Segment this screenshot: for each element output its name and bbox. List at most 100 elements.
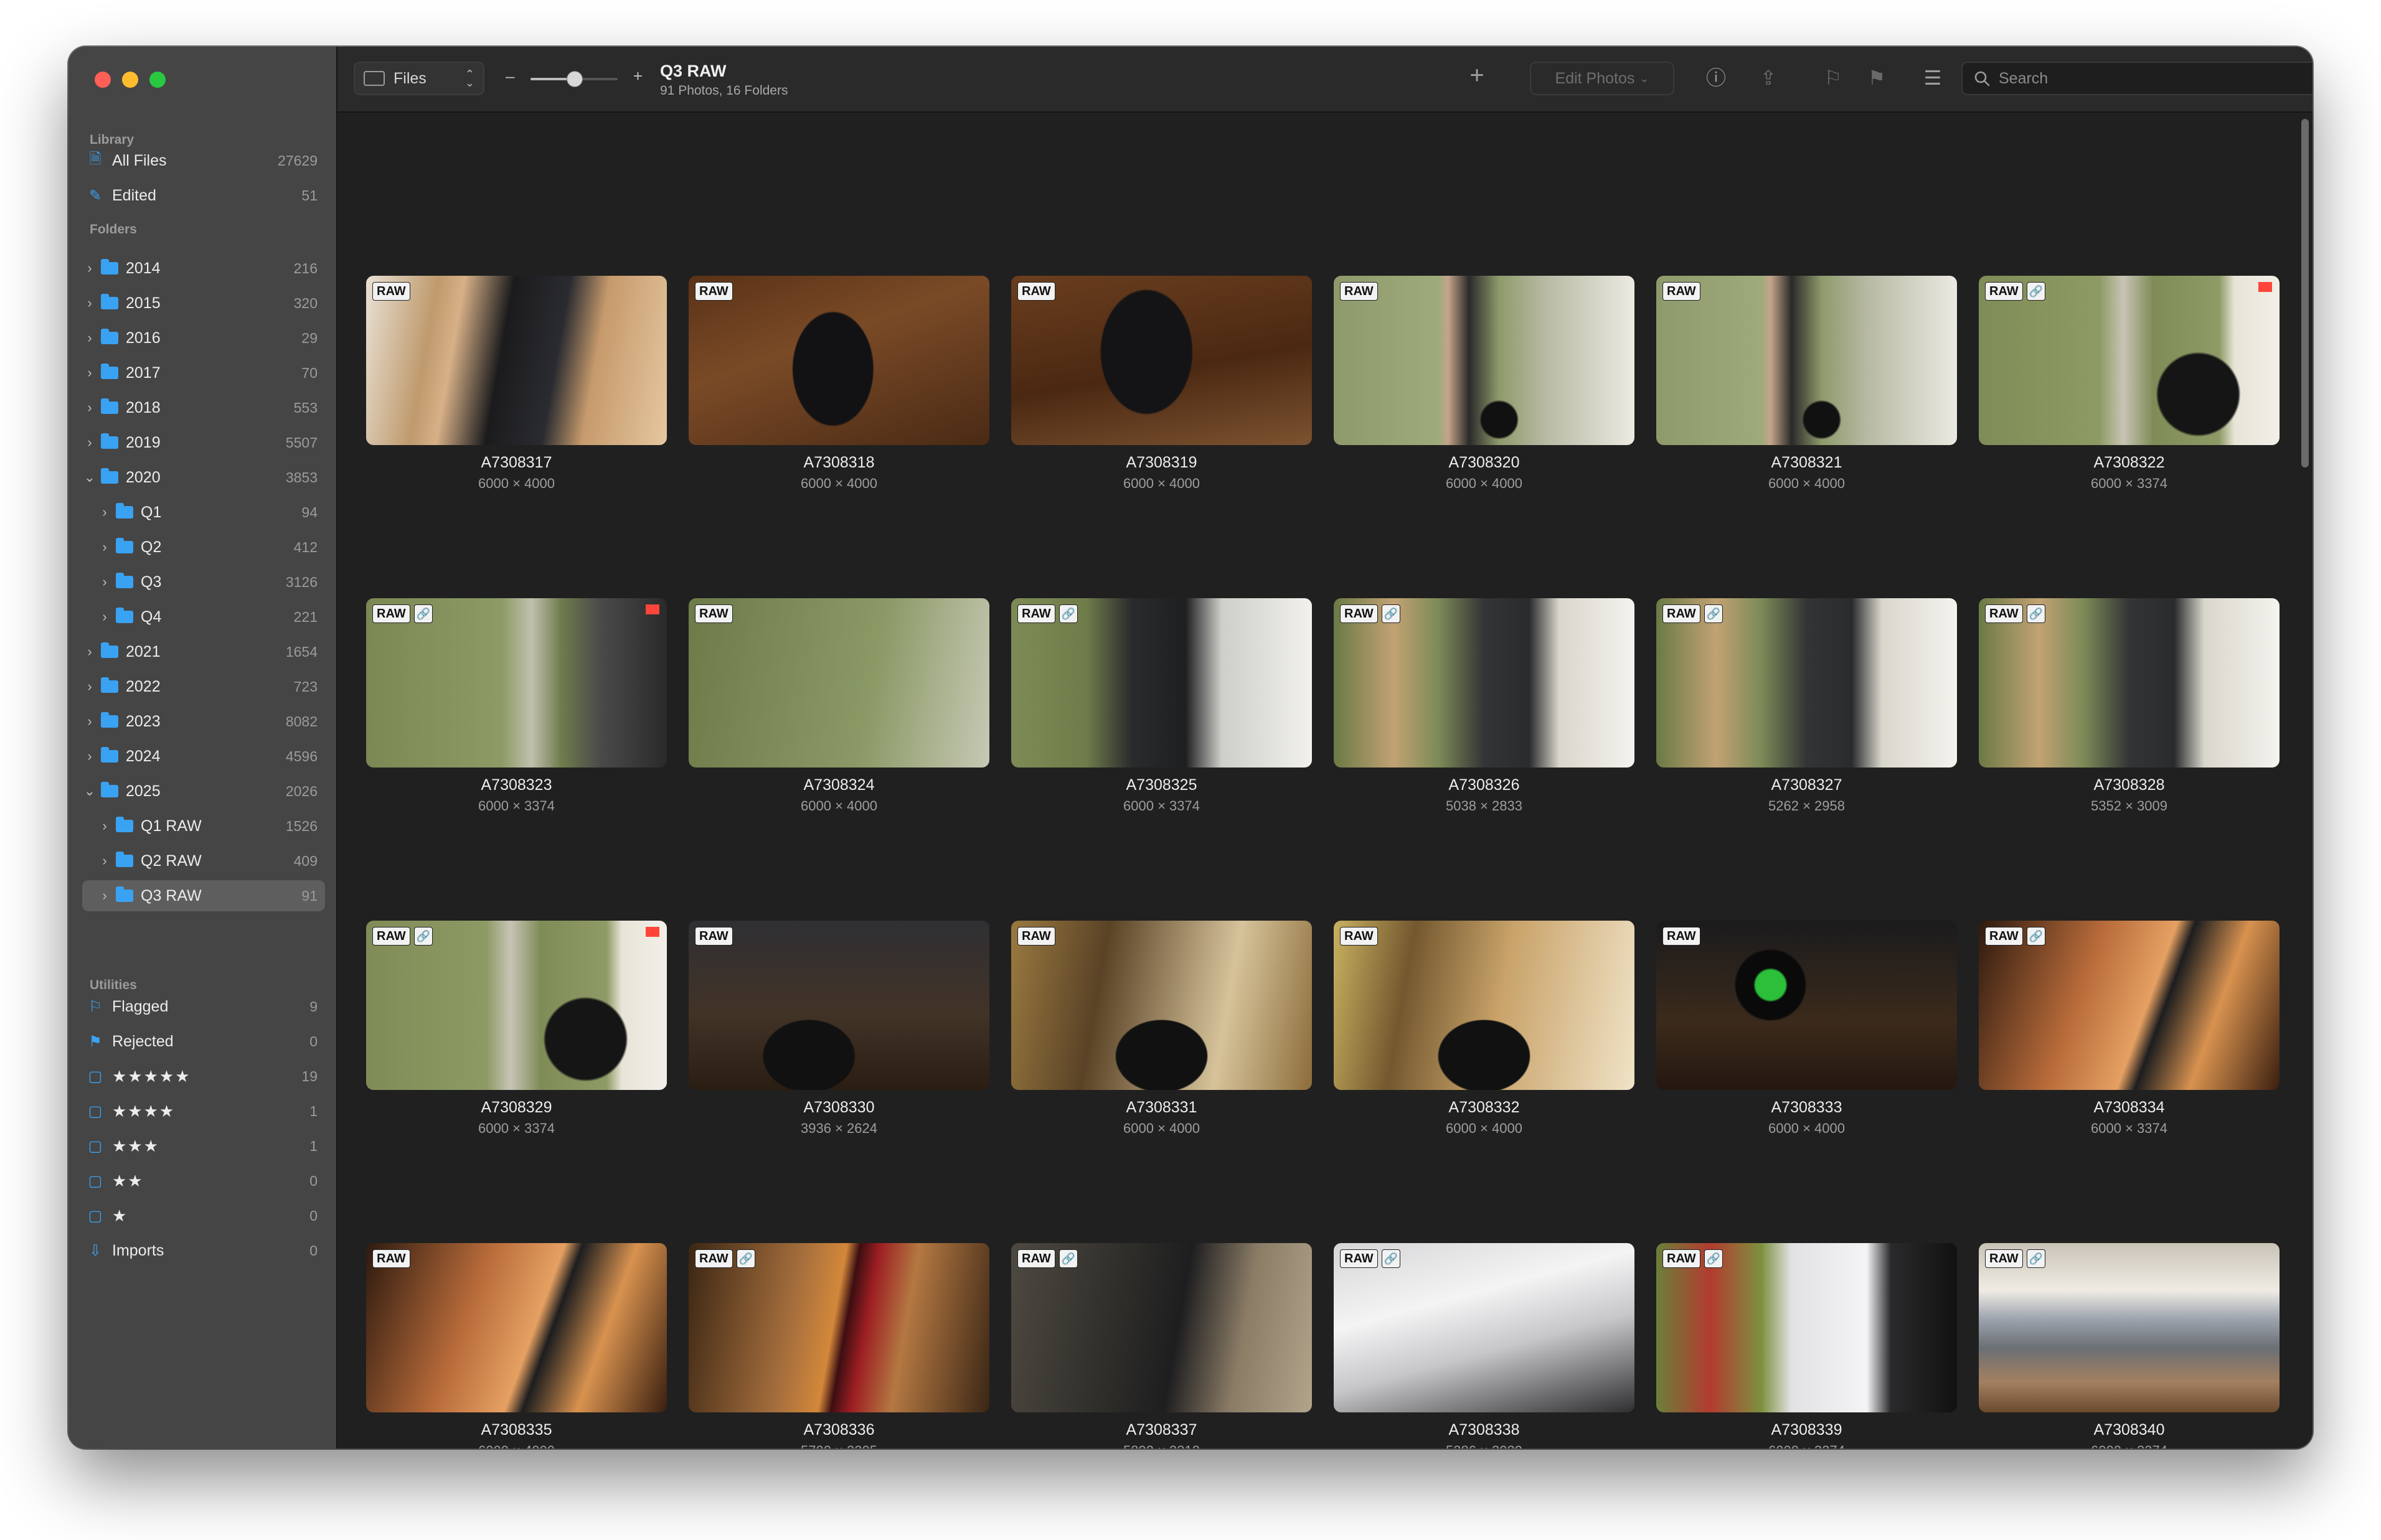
photo-thumbnail[interactable]: RAW 🔗 — [1656, 598, 1957, 768]
photo-thumbnail[interactable]: RAW — [366, 1243, 667, 1412]
chevron-right-icon[interactable]: › — [97, 888, 112, 904]
photo-cell[interactable]: RAW A7308332 6000 × 4000 — [1334, 921, 1634, 1137]
photo-thumbnail[interactable]: RAW 🔗 — [1979, 1243, 2280, 1412]
chevron-right-icon[interactable]: › — [97, 818, 112, 834]
photo-cell[interactable]: RAW 🔗 A7308326 5038 × 2833 — [1334, 598, 1634, 814]
chevron-right-icon[interactable]: › — [97, 609, 112, 625]
zoom-in-icon[interactable]: + — [633, 67, 643, 86]
photo-thumbnail[interactable]: RAW — [1011, 921, 1312, 1090]
chevron-right-icon[interactable]: › — [82, 644, 97, 660]
sidebar-item-folder[interactable]: › 2014 216 — [82, 253, 325, 284]
chevron-right-icon[interactable]: › — [82, 260, 97, 276]
photo-thumbnail[interactable]: RAW 🔗 — [366, 921, 667, 1090]
scrollbar[interactable] — [2301, 119, 2309, 467]
photo-cell[interactable]: RAW A7308319 6000 × 4000 — [1011, 276, 1312, 492]
zoom-out-icon[interactable]: – — [506, 67, 514, 86]
sidebar-item-folder[interactable]: › 2024 4596 — [82, 741, 325, 772]
photo-cell[interactable]: RAW 🔗 A7308334 6000 × 3374 — [1979, 921, 2280, 1137]
photo-thumbnail[interactable]: RAW 🔗 — [1979, 598, 2280, 768]
add-icon[interactable]: + — [1463, 63, 1491, 88]
sidebar-item-folder[interactable]: › Q2 RAW 409 — [82, 845, 325, 876]
chevron-right-icon[interactable]: › — [82, 365, 97, 381]
edit-photos-button[interactable]: Edit Photos ⌄ — [1530, 62, 1674, 95]
photo-cell[interactable]: RAW 🔗 A7308322 6000 × 3374 — [1979, 276, 2280, 492]
photo-cell[interactable]: RAW🔗 A7308336 5700 × 3205 — [689, 1243, 989, 1448]
chevron-right-icon[interactable]: › — [82, 400, 97, 416]
search-input[interactable] — [1997, 68, 2313, 88]
chevron-down-icon[interactable]: ⌄ — [82, 783, 97, 799]
sidebar-item-folder[interactable]: ⌄ 2025 2026 — [82, 776, 325, 807]
photo-thumbnail[interactable]: RAW 🔗 — [1334, 1243, 1634, 1412]
chevron-right-icon[interactable]: › — [82, 678, 97, 695]
photo-thumbnail[interactable]: RAW — [1656, 921, 1957, 1090]
photo-cell[interactable]: RAW🔗 A7308338 5386 × 3029 — [1334, 1243, 1634, 1448]
photo-thumbnail[interactable]: RAW 🔗 — [689, 1243, 989, 1412]
sidebar-item-folder[interactable]: › 2017 70 — [82, 357, 325, 388]
photo-cell[interactable]: RAW A7308335 6000 × 4000 — [366, 1243, 667, 1448]
photo-thumbnail[interactable]: RAW 🔗 — [1979, 921, 2280, 1090]
slider-knob[interactable] — [567, 71, 583, 87]
photo-thumbnail[interactable]: RAW — [1656, 276, 1957, 445]
photo-thumbnail[interactable]: RAW — [689, 598, 989, 768]
photo-cell[interactable]: RAW 🔗 A7308325 6000 × 3374 — [1011, 598, 1312, 814]
chevron-right-icon[interactable]: › — [97, 853, 112, 869]
chevron-right-icon[interactable]: › — [97, 504, 112, 520]
photo-thumbnail[interactable]: RAW 🔗 — [366, 598, 667, 768]
flag-icon[interactable]: ⚐ — [1819, 65, 1847, 90]
photo-cell[interactable]: RAW🔗 A7308339 6000 × 3374 — [1656, 1243, 1957, 1448]
photo-cell[interactable]: RAW 🔗 A7308323 6000 × 3374 — [366, 598, 667, 814]
sidebar-item-utility[interactable]: ⇩ Imports 0 — [82, 1235, 325, 1266]
reject-flag-icon[interactable]: ⚑ — [1863, 65, 1890, 90]
thumbnail-size-slider[interactable]: – + — [506, 65, 643, 90]
chevron-right-icon[interactable]: › — [82, 713, 97, 730]
minimize-window-button[interactable] — [122, 72, 138, 88]
photo-cell[interactable]: RAW A7308317 6000 × 4000 — [366, 276, 667, 492]
sidebar-item-library[interactable]: 🗎 All Files 27629 — [82, 145, 325, 176]
photo-cell[interactable]: RAW🔗 A7308340 6000 × 3374 — [1979, 1243, 2280, 1448]
chevron-right-icon[interactable]: › — [97, 574, 112, 590]
search-field[interactable] — [1961, 62, 2313, 95]
photo-cell[interactable]: RAW A7308320 6000 × 4000 — [1334, 276, 1634, 492]
sidebar-item-utility[interactable]: ▢ ★★★ 1 — [82, 1130, 325, 1162]
sidebar-item-folder[interactable]: › Q3 RAW 91 — [82, 880, 325, 911]
chevron-right-icon[interactable]: › — [82, 748, 97, 764]
photo-thumbnail[interactable]: RAW — [689, 276, 989, 445]
close-window-button[interactable] — [95, 72, 111, 88]
photo-thumbnail[interactable]: RAW — [1334, 921, 1634, 1090]
photo-thumbnail[interactable]: RAW 🔗 — [1011, 598, 1312, 768]
photo-cell[interactable]: RAW 🔗 A7308328 5352 × 3009 — [1979, 598, 2280, 814]
sidebar-item-folder[interactable]: › Q2 412 — [82, 532, 325, 563]
photo-cell[interactable]: RAW A7308333 6000 × 4000 — [1656, 921, 1957, 1137]
photo-thumbnail[interactable]: RAW — [689, 921, 989, 1090]
photo-cell[interactable]: RAW A7308330 3936 × 2624 — [689, 921, 989, 1137]
photo-thumbnail[interactable]: RAW — [366, 276, 667, 445]
sidebar-item-utility[interactable]: ▢ ★★ 0 — [82, 1165, 325, 1196]
view-popup-button[interactable]: Files ⌃ ⌄ — [354, 62, 484, 95]
filter-icon[interactable]: ☰ — [1919, 65, 1946, 90]
sidebar-item-folder[interactable]: › Q4 221 — [82, 601, 325, 632]
chevron-down-icon[interactable]: ⌄ — [82, 469, 97, 486]
photo-cell[interactable]: RAW🔗 A7308337 5892 × 3313 — [1011, 1243, 1312, 1448]
sidebar-item-utility[interactable]: ▢ ★ 0 — [82, 1200, 325, 1231]
photo-thumbnail[interactable]: RAW 🔗 — [1656, 1243, 1957, 1412]
chevron-right-icon[interactable]: › — [82, 434, 97, 451]
photo-thumbnail[interactable]: RAW — [1011, 276, 1312, 445]
sidebar-item-folder[interactable]: › 2021 1654 — [82, 636, 325, 667]
sidebar-item-folder[interactable]: › 2016 29 — [82, 322, 325, 354]
photo-thumbnail[interactable]: RAW 🔗 — [1979, 276, 2280, 445]
sidebar-item-folder[interactable]: › Q1 94 — [82, 497, 325, 528]
photo-thumbnail[interactable]: RAW 🔗 — [1334, 598, 1634, 768]
sidebar-item-folder[interactable]: › 2022 723 — [82, 671, 325, 702]
chevron-right-icon[interactable]: › — [82, 295, 97, 311]
sidebar-item-folder[interactable]: › 2023 8082 — [82, 706, 325, 737]
chevron-right-icon[interactable]: › — [97, 539, 112, 555]
share-icon[interactable]: ⇪ — [1755, 65, 1782, 90]
sidebar-item-utility[interactable]: ▢ ★★★★★ 19 — [82, 1061, 325, 1092]
sidebar-item-utility[interactable]: ▢ ★★★★ 1 — [82, 1096, 325, 1127]
sidebar-item-library[interactable]: ✎ Edited 51 — [82, 180, 325, 211]
photo-cell[interactable]: RAW A7308321 6000 × 4000 — [1656, 276, 1957, 492]
chevron-right-icon[interactable]: › — [82, 330, 97, 346]
sidebar-item-folder[interactable]: ⌄ 2020 3853 — [82, 462, 325, 493]
sidebar-item-folder[interactable]: › 2015 320 — [82, 288, 325, 319]
sidebar-item-folder[interactable]: › 2019 5507 — [82, 427, 325, 458]
